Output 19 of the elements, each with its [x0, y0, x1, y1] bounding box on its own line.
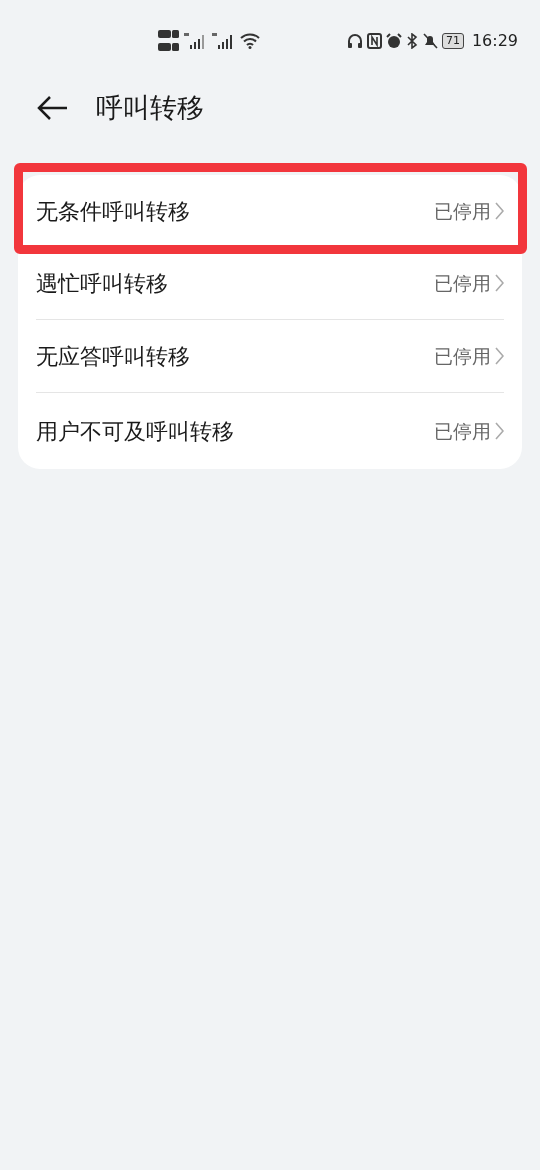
battery-level: 71 [441, 33, 464, 49]
nfc-icon [366, 33, 382, 49]
chevron-icon [495, 422, 504, 440]
settings-row[interactable]: 无条件呼叫转移 已停用 [36, 175, 504, 247]
settings-row[interactable]: 无应答呼叫转移 已停用 [36, 320, 504, 392]
mute-icon [421, 33, 438, 49]
settings-row[interactable]: 遇忙呼叫转移 已停用 [36, 247, 504, 319]
chevron-icon [495, 202, 504, 220]
settings-row[interactable]: 用户不可及呼叫转移 已停用 [36, 393, 504, 469]
hd-icon [158, 29, 180, 53]
bluetooth-icon [405, 33, 418, 49]
back-icon[interactable] [36, 95, 68, 121]
headphones-icon [346, 33, 363, 49]
alarm-icon [385, 33, 402, 49]
page-title: 呼叫转移 [96, 90, 204, 125]
chevron-icon [495, 347, 504, 365]
clock-time: 16:29 [471, 30, 518, 52]
chevron-icon [495, 274, 504, 292]
wifi-icon [240, 33, 260, 49]
